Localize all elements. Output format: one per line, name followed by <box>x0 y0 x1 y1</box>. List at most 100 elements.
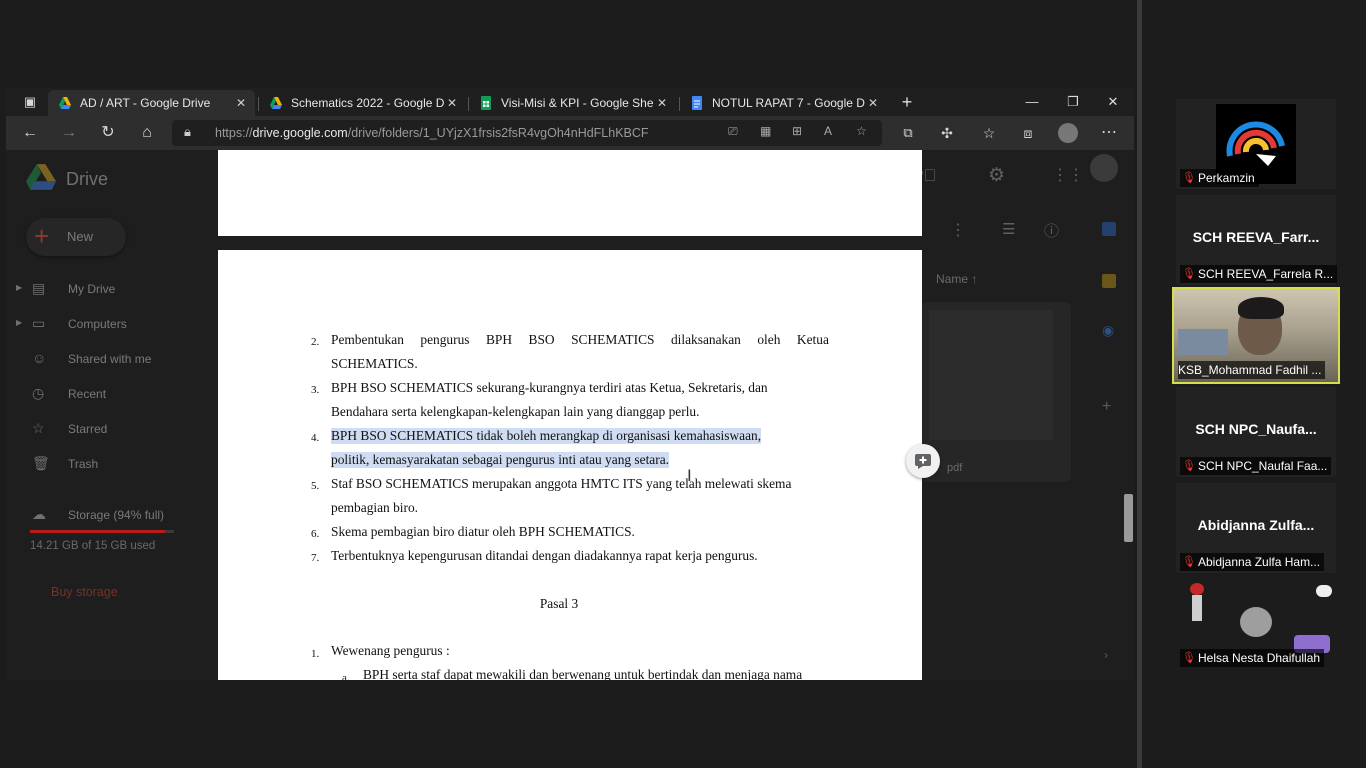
participant-name-tag: 🎙︎ Abidjanna Zulfa Ham... <box>1180 553 1325 571</box>
starred-icon: ☆ <box>32 420 45 436</box>
add-addon-icon[interactable]: + <box>1102 398 1111 416</box>
panel-divider[interactable] <box>1137 0 1142 768</box>
item-3-line-2: Bendahara serta kelengkapan-kelengkapan … <box>331 404 700 419</box>
tab-notul-rapat[interactable]: NOTUL RAPAT 7 - Google Docs ✕ <box>680 90 887 116</box>
cloud-icon: ☁ <box>32 506 46 522</box>
participant-tile[interactable]: Abidjanna Zulfa... 🎙︎ Abidjanna Zulfa Ham… <box>1176 483 1336 573</box>
mic-off-icon: 🎙︎ <box>1182 460 1196 472</box>
background-shelf <box>1178 329 1228 355</box>
tab-visi-misi[interactable]: Visi-Misi & KPI - Google Sheets ✕ <box>469 90 676 116</box>
item-2-line-1: Pembentukan pengurus BPH BSO SCHEMATICS dilak… <box>331 332 829 347</box>
add-comment-button[interactable] <box>906 444 940 478</box>
more-options-icon[interactable]: ⋯ <box>1097 122 1121 144</box>
document-page[interactable]: 2. Pembentukan pengurus BPH BSO SCHEMATICS di… <box>218 250 922 680</box>
navigation-bar: ← → ↻ ⌂ 🔒︎ https://drive.google.com/driv… <box>6 116 1134 150</box>
participant-tile[interactable]: 🎙︎ Perkamzin <box>1176 99 1336 189</box>
more-vert-icon[interactable]: ⋮ <box>950 220 966 240</box>
tasks-icon[interactable]: ◉ <box>1102 322 1114 339</box>
tab-label: Schematics 2022 - Google Drive <box>291 96 444 110</box>
sidebar-item-shared[interactable]: Shared with me <box>68 352 151 366</box>
address-bar[interactable]: 🔒︎ https://drive.google.com/drive/folder… <box>172 120 882 146</box>
storage-label[interactable]: Storage (94% full) <box>68 508 164 522</box>
google-drive-icon <box>270 97 282 109</box>
participant-tile-active-speaker[interactable]: KSB_Mohammad Fadhil ... <box>1172 287 1340 384</box>
participant-name-tag: KSB_Mohammad Fadhil ... <box>1178 361 1326 379</box>
file-card[interactable]: pdf <box>921 302 1071 482</box>
collections-extension-icon[interactable]: ⧉ <box>896 122 920 144</box>
calendar-icon[interactable] <box>1102 222 1116 236</box>
extensions-icon[interactable]: ✣ <box>935 122 959 144</box>
lock-icon[interactable]: 🔒︎ <box>184 124 191 140</box>
buy-storage-button[interactable]: Buy storage <box>51 578 151 606</box>
close-window-icon[interactable]: ✕ <box>1098 92 1128 112</box>
mic-off-icon: 🎙︎ <box>1182 172 1196 184</box>
item-3-line-1: BPH BSO SCHEMATICS sekurang-kurangnya te… <box>331 380 768 395</box>
apps-grid-icon[interactable]: ⋮⋮ <box>1052 165 1084 185</box>
item-4-line-1-selected[interactable]: BPH BSO SCHEMATICS tidak boleh merangkap… <box>331 428 762 444</box>
list-view-icon[interactable]: ☰ <box>1002 220 1015 238</box>
item-6: Skema pembagian biro diatur oleh BPH SCH… <box>331 524 635 539</box>
keep-icon[interactable] <box>1102 274 1116 288</box>
apps-icon[interactable]: ⊞ <box>792 124 802 138</box>
profile-avatar[interactable] <box>1056 122 1080 144</box>
settings-icon[interactable]: ⚙ <box>988 164 1005 187</box>
google-sheets-icon <box>481 96 491 110</box>
close-tab-icon[interactable]: ✕ <box>654 96 670 110</box>
scrollbar-thumb[interactable] <box>1124 494 1133 542</box>
item-4-line-2-selected[interactable]: politik, kemasyarakatan sebagai pengurus… <box>331 452 669 468</box>
sidebar-item-my-drive[interactable]: My Drive <box>68 282 115 296</box>
forward-icon[interactable]: → <box>57 122 81 144</box>
collections-icon[interactable]: ⧈ <box>1016 122 1040 144</box>
google-drive-icon <box>59 97 71 109</box>
participant-display-name: SCH NPC_Naufa... <box>1195 421 1317 437</box>
new-button[interactable]: + New <box>26 218 126 256</box>
shared-icon: ☺ <box>32 350 47 366</box>
sidebar-item-recent[interactable]: Recent <box>68 387 106 401</box>
tab-actions-icon[interactable]: ▣ <box>18 91 42 113</box>
list-number: 6. <box>311 528 320 540</box>
expand-arrow-icon[interactable]: ▶ <box>16 315 32 331</box>
read-aloud-icon[interactable]: A <box>824 124 832 138</box>
file-extension: pdf <box>947 462 963 474</box>
back-icon[interactable]: ← <box>18 122 42 144</box>
computers-icon: ▭ <box>32 315 46 331</box>
participant-tile[interactable]: SCH NPC_Naufa... 🎙︎ SCH NPC_Naufal Faa... <box>1176 387 1336 477</box>
close-tab-icon[interactable]: ✕ <box>865 96 881 110</box>
restore-icon[interactable]: ❐ <box>1058 92 1088 112</box>
sidebar-item-starred[interactable]: Starred <box>68 422 107 436</box>
trash-icon: 🗑︎ <box>32 455 50 471</box>
storage-bar <box>30 530 174 533</box>
tab-label: NOTUL RAPAT 7 - Google Docs <box>712 96 865 110</box>
participant-display-name: Abidjanna Zulfa... <box>1197 517 1315 533</box>
mic-off-icon: 🎙︎ <box>1182 268 1196 280</box>
close-tab-icon[interactable]: ✕ <box>444 96 460 110</box>
tab-ad-art[interactable]: AD / ART - Google Drive ✕ <box>48 90 255 116</box>
add-favorite-icon[interactable]: ☆ <box>856 124 867 138</box>
chevron-right-icon[interactable]: › <box>1104 648 1108 662</box>
google-docs-icon <box>692 96 702 110</box>
tab-schematics[interactable]: Schematics 2022 - Google Drive ✕ <box>259 90 466 116</box>
participant-tile[interactable]: SCH REEVA_Farr... 🎙︎ SCH REEVA_Farrela R.… <box>1176 195 1338 285</box>
home-icon[interactable]: ⌂ <box>135 122 159 144</box>
list-number: 1. <box>311 648 320 660</box>
account-avatar[interactable] <box>1090 154 1118 182</box>
add-comment-icon <box>915 454 931 469</box>
list-number: 7. <box>311 552 320 564</box>
favorites-icon[interactable]: ☆ <box>977 122 1001 144</box>
info-icon[interactable]: ⓘ <box>1044 220 1059 241</box>
participant-hair <box>1238 297 1284 319</box>
file-thumbnail <box>929 310 1053 440</box>
app-available-icon[interactable]: ⎚ <box>728 124 738 139</box>
qr-code-icon[interactable]: ▦ <box>760 124 771 138</box>
list-number: 4. <box>311 432 320 444</box>
sidebar-item-computers[interactable]: Computers <box>68 317 127 331</box>
expand-arrow-icon[interactable]: ▶ <box>16 280 32 296</box>
new-tab-icon[interactable]: + <box>892 92 922 112</box>
item-5-line-2: pembagian biro. <box>331 500 419 515</box>
name-column-header[interactable]: Name ↑ <box>936 272 977 286</box>
minimize-icon[interactable]: — <box>1017 92 1047 112</box>
refresh-icon[interactable]: ↻ <box>96 122 120 144</box>
participant-tile[interactable]: 🎙︎ Helsa Nesta Dhaifullah <box>1176 579 1336 669</box>
sidebar-item-trash[interactable]: Trash <box>68 457 98 471</box>
close-tab-icon[interactable]: ✕ <box>233 96 249 110</box>
